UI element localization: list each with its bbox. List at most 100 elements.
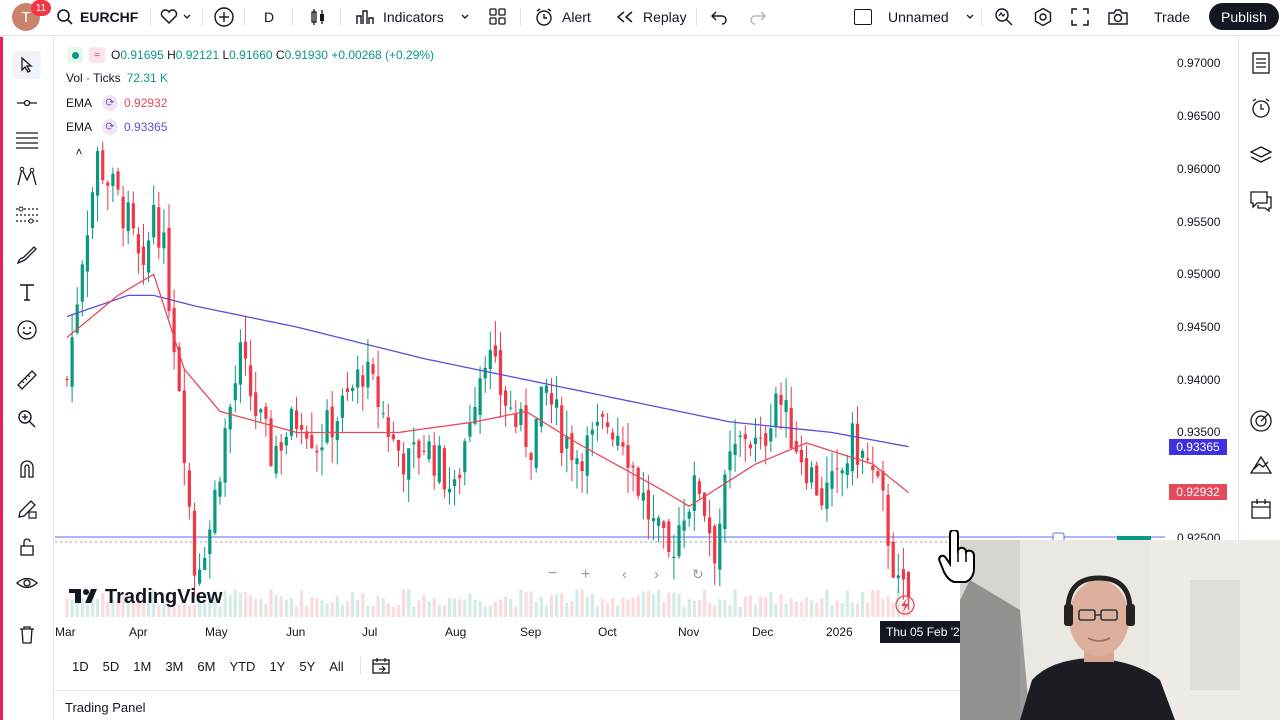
ema-slow-legend[interactable]: EMA ⟳ 0.93365 [66,119,167,135]
hand-cursor-icon [938,530,975,583]
range-button[interactable]: 1M [133,659,151,674]
settings-button[interactable] [1033,0,1053,33]
left-accent-border [0,37,3,720]
eye-icon [16,577,38,589]
zoom-out-icon[interactable]: − [548,565,557,582]
emoji-tool[interactable] [13,316,41,344]
data-status-icon[interactable]: ≈ [89,47,105,63]
scroll-left-icon[interactable]: ‹ [622,566,627,583]
camera-icon [1108,8,1128,25]
price-chart[interactable]: TradingView − + ‹ › ↻ [55,37,1165,617]
brush-tool[interactable] [13,240,41,268]
fullscreen-button[interactable] [1071,0,1089,33]
candle-body [845,463,849,476]
market-status-icon[interactable] [67,47,83,63]
layout-button[interactable]: Unnamed [854,0,975,33]
alert-button[interactable]: Alert [534,0,591,33]
zoom-tool[interactable] [13,405,41,433]
chart-type-button[interactable] [309,0,327,33]
collapse-legend-button[interactable]: ˄ [68,143,90,161]
candle-body [468,422,472,437]
volume-bar [330,602,334,617]
object-tree-widget[interactable] [1247,141,1275,169]
candle-body [498,350,503,396]
text-tool[interactable] [13,278,41,306]
ideas-widget[interactable] [1247,451,1275,479]
candle-body [371,364,375,374]
redo-button[interactable] [749,0,767,33]
candle-body [748,444,752,449]
trade-button[interactable]: Trade [1154,0,1190,33]
ema-label: EMA [66,96,93,110]
watchlist-widget[interactable] [1247,49,1275,77]
lock-tool[interactable] [13,533,41,561]
trading-panel[interactable]: Trading Panel [55,690,960,720]
signals-widget[interactable] [1247,407,1275,435]
volume-legend[interactable]: Vol · Ticks 72.31 K [66,71,168,85]
alerts-widget[interactable] [1247,94,1275,122]
trend-line-tool[interactable] [13,89,41,117]
candle-body [335,421,339,441]
candle-body [830,471,834,489]
candle-body [463,441,467,473]
templates-button[interactable] [488,0,508,33]
candle-body [147,240,151,273]
cursor-tool[interactable] [13,51,41,79]
symbol-search-button[interactable]: EURCHF [56,0,168,33]
range-button[interactable]: All [329,659,343,674]
candle-body [519,408,523,426]
volume-bar [850,602,854,617]
volume-bar [616,605,620,617]
range-button[interactable]: 6M [197,659,215,674]
remove-drawings-tool[interactable] [13,621,41,649]
ema-fast-legend[interactable]: EMA ⟳ 0.92932 [66,95,167,111]
scroll-right-icon[interactable]: › [654,566,659,583]
volume-bar [96,598,100,617]
reset-icon[interactable]: ↻ [692,566,704,582]
drawing-mode-tool[interactable] [13,495,41,523]
ohlc-legend: ≈ O0.91695 H0.92121 L0.91660 C0.91930 +0… [67,47,434,63]
measure-tool[interactable] [13,366,41,394]
volume-bar [723,599,727,617]
price-scale[interactable]: 0.97000 0.96500 0.96000 0.95500 0.95000 0.945… [1149,37,1237,617]
goto-date-icon[interactable] [371,657,391,675]
time-tick-label: Aug [445,625,467,639]
volume-bar [606,602,610,617]
candle-body [585,435,589,476]
quick-search-button[interactable] [994,0,1014,33]
ema-slow-line[interactable] [66,294,909,448]
watchlist-button[interactable] [160,0,192,33]
zoom-in-icon[interactable]: + [581,566,590,583]
volume-bar [677,593,681,617]
range-button[interactable]: YTD [229,659,255,674]
range-button[interactable]: 3M [165,659,183,674]
price-tick-label: 0.96000 [1177,161,1221,176]
volume-bar [840,602,844,617]
range-button[interactable]: 5D [103,659,120,674]
visibility-tool[interactable] [13,569,41,597]
indicators-button[interactable]: Indicators [355,0,470,33]
fib-tool[interactable] [13,126,41,154]
candle-body [733,443,737,455]
ema-fast-line[interactable] [66,273,909,508]
magnet-tool[interactable] [13,455,41,483]
range-button[interactable]: 5Y [299,659,315,674]
range-button[interactable]: 1D [72,659,89,674]
candle-body [493,345,497,357]
interval-button[interactable]: D [264,0,274,33]
range-button[interactable]: 1Y [269,659,285,674]
replay-button[interactable]: Replay [615,0,687,33]
forecast-tool[interactable] [13,201,41,229]
volume-bar [820,598,824,617]
volume-bar [345,600,350,617]
pattern-tool[interactable] [13,163,41,191]
range-buttons: 1D 5D 1M 3M 6M YTD 1Y 5Y All [72,659,358,674]
calendar-widget[interactable] [1247,495,1275,523]
publish-button[interactable]: Publish [1209,3,1279,30]
add-symbol-button[interactable] [213,0,235,33]
search-zoom-icon [995,7,1013,25]
chat-widget[interactable] [1247,187,1275,215]
candle-body [657,517,661,526]
snapshot-button[interactable] [1107,0,1129,33]
undo-button[interactable] [710,0,728,33]
